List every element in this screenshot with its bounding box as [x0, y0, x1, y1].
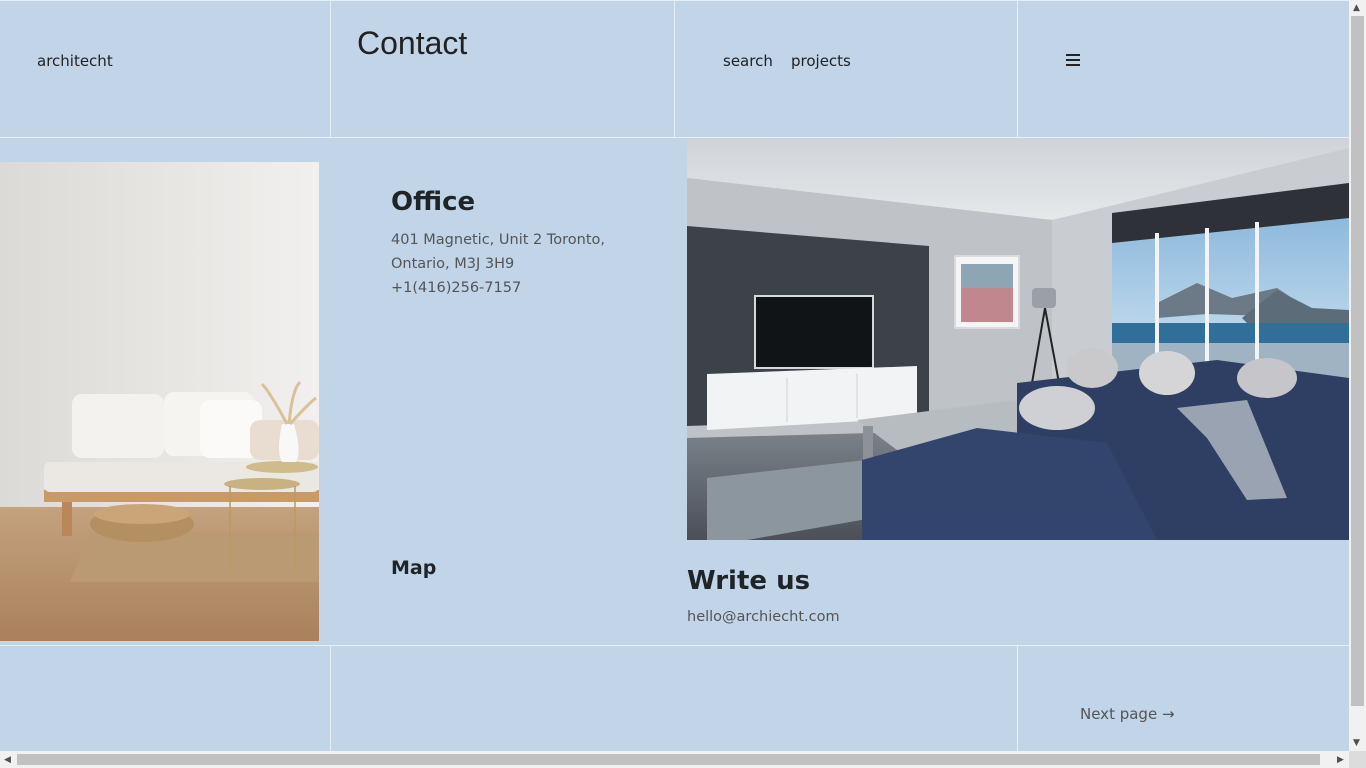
grid-line — [0, 645, 1349, 646]
scroll-down-arrow-icon[interactable]: ▼ — [1353, 738, 1360, 748]
grid-line — [330, 645, 331, 751]
scroll-right-arrow-icon[interactable]: ▶ — [1337, 755, 1344, 765]
grid-line — [1017, 645, 1018, 751]
horizontal-scrollbar-thumb[interactable] — [17, 754, 1320, 765]
grid-line — [0, 0, 1349, 1]
nav-search-link[interactable]: search — [723, 52, 773, 70]
living-room-photo — [687, 138, 1349, 540]
office-phone[interactable]: +1(416)256-7157 — [391, 276, 521, 300]
scrollbar-corner — [1349, 751, 1366, 768]
contact-email-link[interactable]: hello@archiecht.com — [687, 609, 840, 625]
page: architecht Contact search projects Offic… — [0, 0, 1349, 751]
brand-logo[interactable]: architecht — [37, 52, 113, 70]
office-address-line1: 401 Magnetic, Unit 2 Toronto, — [391, 232, 605, 248]
horizontal-scrollbar[interactable]: ◀ ▶ — [0, 751, 1349, 768]
write-us-heading: Write us — [687, 566, 811, 596]
office-address-line2: Ontario, M3J 3H9 — [391, 256, 515, 272]
scroll-left-arrow-icon[interactable]: ◀ — [4, 755, 11, 765]
nav-projects-link[interactable]: projects — [791, 52, 851, 70]
sofa-room-photo — [0, 162, 319, 641]
grid-line — [674, 0, 675, 137]
page-title: Contact — [357, 25, 468, 61]
hamburger-menu-icon[interactable] — [1066, 54, 1080, 68]
scroll-up-arrow-icon[interactable]: ▲ — [1353, 3, 1360, 13]
grid-line — [330, 0, 331, 137]
map-heading: Map — [391, 557, 437, 579]
vertical-scrollbar[interactable]: ▲ ▼ — [1349, 0, 1366, 751]
next-page-link[interactable]: Next page → — [1080, 705, 1175, 723]
grid-line — [1017, 0, 1018, 137]
vertical-scrollbar-thumb[interactable] — [1351, 16, 1364, 706]
office-heading: Office — [391, 187, 476, 217]
